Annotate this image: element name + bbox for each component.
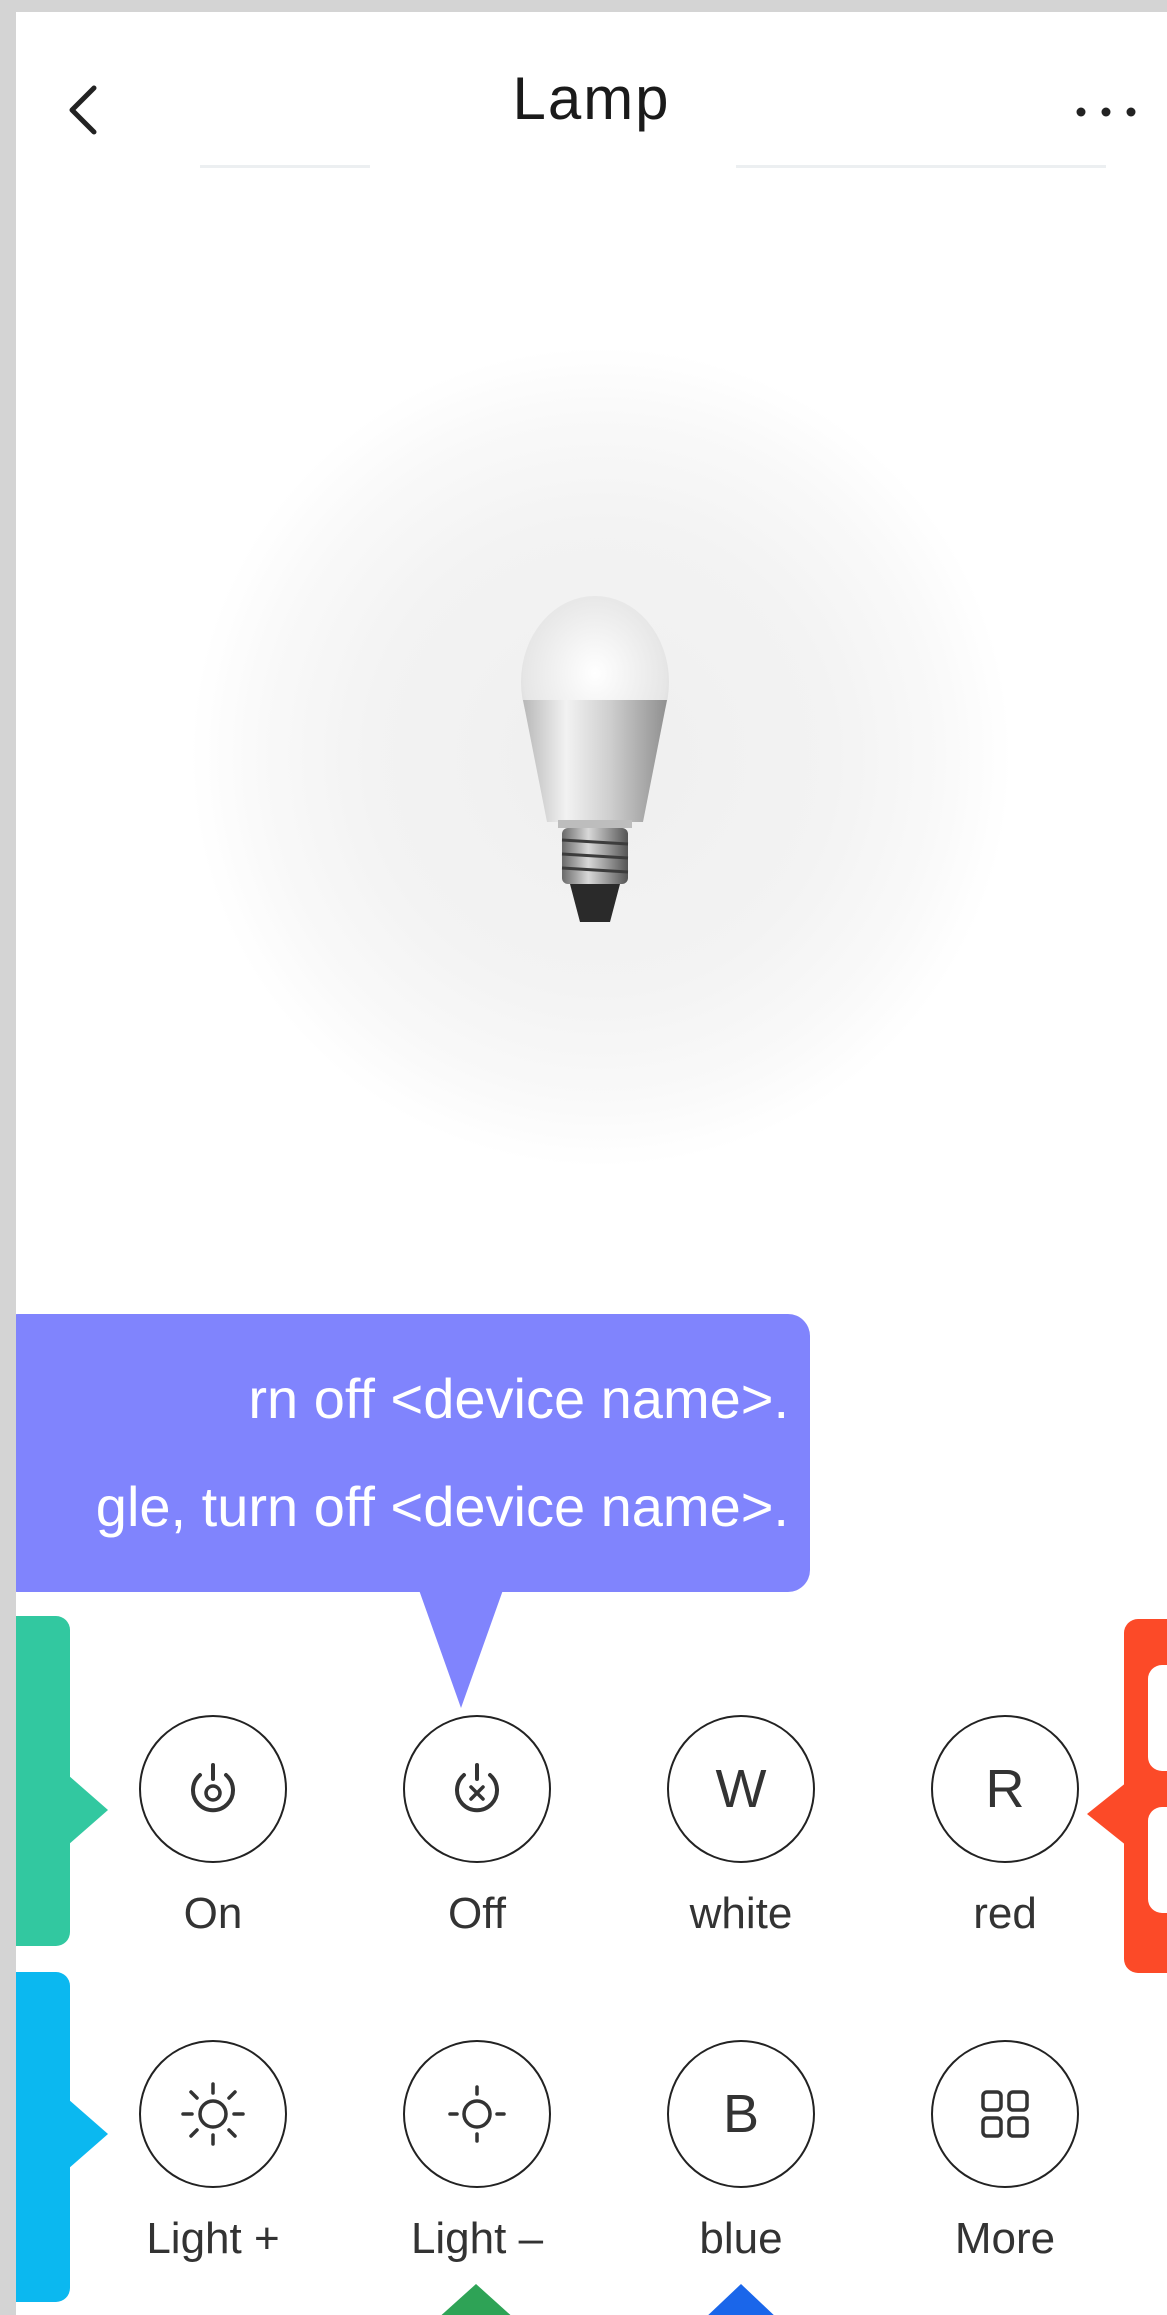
power-on-icon <box>191 1763 235 1813</box>
more-button[interactable] <box>931 2040 1079 2188</box>
teal-callout-tab <box>16 1616 70 1946</box>
control-label: blue <box>699 2214 783 2263</box>
control-red[interactable]: R red <box>902 1715 1102 1975</box>
control-more[interactable]: More <box>902 2040 1102 2300</box>
cyan-callout-pointer <box>68 2099 108 2169</box>
letter-r-icon: R <box>985 1759 1025 1819</box>
tooltip-line-1: rn off <device name>. <box>248 1367 789 1430</box>
more-options-button[interactable] <box>1066 92 1146 132</box>
letter-b-icon: B <box>722 2084 760 2144</box>
green-callout-pointer <box>436 2284 516 2315</box>
control-label: red <box>973 1889 1037 1938</box>
red-callout-inner <box>1148 1807 1167 1913</box>
on-button[interactable] <box>139 1715 287 1863</box>
device-screen: Lamp rn off <device name>. gle, turn off… <box>16 12 1167 2315</box>
brightness-down-icon <box>448 2085 506 2143</box>
header-divider <box>200 165 370 168</box>
control-label: Light + <box>146 2214 280 2263</box>
control-light-up[interactable]: Light + <box>110 2040 310 2300</box>
control-white[interactable]: W white <box>638 1715 838 1975</box>
brightness-down-button[interactable] <box>403 2040 551 2188</box>
control-label: Off <box>448 1889 506 1938</box>
control-blue[interactable]: B blue <box>638 2040 838 2300</box>
control-off[interactable]: Off <box>374 1715 574 1975</box>
light-bulb-icon <box>521 596 669 922</box>
off-button[interactable] <box>403 1715 551 1863</box>
blue-button[interactable]: B <box>667 2040 815 2188</box>
control-on[interactable]: On <box>110 1715 310 1975</box>
red-button[interactable]: R <box>931 1715 1079 1863</box>
white-button[interactable]: W <box>667 1715 815 1863</box>
more-dots-icon <box>1076 107 1136 117</box>
power-off-icon <box>455 1763 499 1813</box>
letter-w-icon: W <box>715 1759 767 1819</box>
page-title: Lamp <box>512 65 671 132</box>
header-bar: Lamp <box>16 12 1167 172</box>
tooltip-pointer <box>419 1590 503 1708</box>
brightness-up-icon <box>181 2082 245 2146</box>
control-label: Light – <box>410 2214 544 2263</box>
red-callout-inner <box>1148 1665 1167 1771</box>
grid-icon <box>981 2090 1029 2138</box>
brightness-up-button[interactable] <box>139 2040 287 2188</box>
tooltip-line-2: gle, turn off <device name>. <box>95 1475 789 1538</box>
cyan-callout-tab <box>16 1972 70 2302</box>
control-label: white <box>689 1889 793 1938</box>
blue-callout-pointer <box>703 2284 779 2315</box>
control-label: On <box>183 1889 243 1938</box>
teal-callout-pointer <box>68 1775 108 1845</box>
header-divider <box>736 165 1106 168</box>
control-label: More <box>954 2214 1056 2263</box>
voice-command-tooltip: rn off <device name>. gle, turn off <dev… <box>16 1314 810 1592</box>
control-light-down[interactable]: Light – <box>374 2040 574 2300</box>
